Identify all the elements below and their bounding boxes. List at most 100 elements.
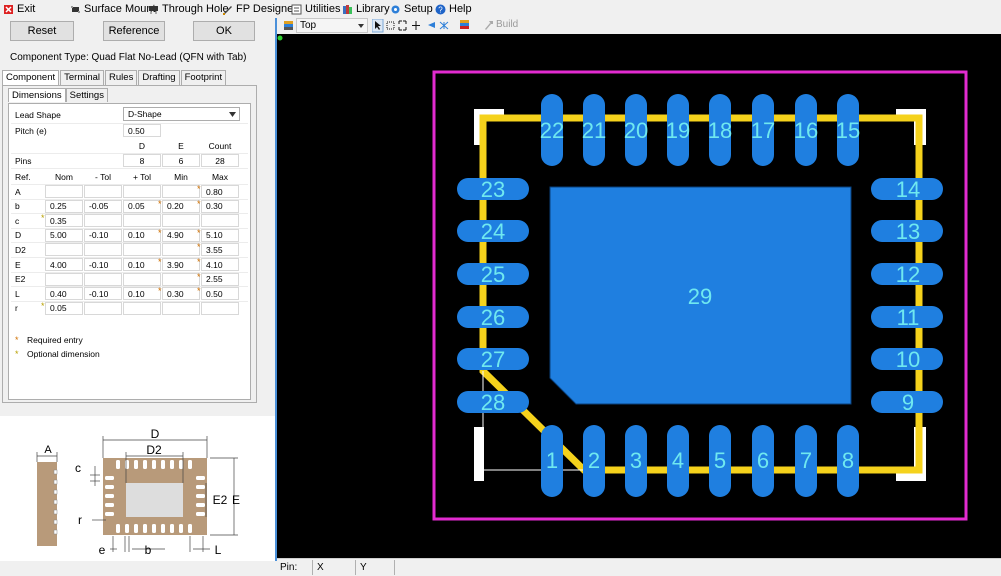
dim-r-mtol-input[interactable] [84,301,122,315]
dim-ref-E: E [15,259,21,270]
pad-13-label: 13 [896,219,920,244]
pins-label: Pins [15,155,32,166]
required-marker-icon: * [197,184,201,194]
dim-L-max-input[interactable]: 0.50 [201,287,239,301]
dim-D2-ptol-input[interactable] [123,243,161,257]
dim-E2-ptol-input[interactable] [123,272,161,286]
dim-L-min-input[interactable]: 0.30 [162,287,200,301]
view-toolbar: Top Build [277,18,1001,34]
tab-rules[interactable]: Rules [105,70,138,86]
layer-select[interactable]: Top [296,18,368,33]
dim-r-ptol-input[interactable] [123,301,161,315]
dim-D-min-input[interactable]: 4.90 [162,228,200,242]
menu-setup[interactable]: Setup [390,3,433,15]
dim-A-ptol-input[interactable] [123,185,161,198]
lead-shape-select[interactable]: D-Shape [123,107,240,121]
menu-fp-designer-label: FP Designer [236,3,297,15]
dim-D2-mtol-input[interactable] [84,243,122,257]
dim-D2-max-input[interactable]: 3.55 [201,243,239,257]
dim-D-max-input[interactable]: 5.10 [201,228,239,242]
status-x: X [317,562,324,573]
dim-ref-D: D [15,230,22,241]
required-marker-icon: * [197,271,201,282]
menu-fp-designer[interactable]: FP Designer [222,3,297,15]
menu-library[interactable]: Library [342,3,390,15]
dim-b-ptol-input[interactable]: 0.05 [123,199,161,213]
menu-through-hole[interactable]: Through Hole [148,3,229,15]
pad-7-label: 7 [800,448,812,473]
dim-D-nom-input[interactable]: 5.00 [45,228,83,242]
dim-c-ptol-input[interactable] [123,214,161,228]
dim-r-nom-input[interactable]: 0.05 [45,301,83,315]
dim-l-label: L [215,543,222,557]
dim-D2-nom-input[interactable] [45,243,83,257]
optional-marker-icon: * [41,213,45,224]
exit-icon [4,4,13,14]
dim-D2-min-input[interactable] [162,243,200,257]
menu-exit[interactable]: Exit [3,3,35,15]
tab-settings[interactable]: Settings [65,88,108,102]
dim-A-min-input[interactable] [162,185,200,198]
dim-L-ptol-input[interactable]: 0.10 [123,287,161,301]
dim-E-max-input[interactable]: 4.10 [201,258,239,271]
setup-icon [391,5,400,13]
dim-E2-min-input[interactable] [162,272,200,286]
dim-c-mtol-input[interactable] [84,214,122,228]
menu-exit-label: Exit [17,3,36,15]
hammer-icon [485,21,493,30]
dim-c-label: c [75,461,81,475]
pins-d-input[interactable]: 8 [123,154,161,167]
menu-help[interactable]: ? Help [435,3,472,15]
dim-E2-nom-input[interactable] [45,272,83,286]
pad-8-label: 8 [842,448,854,473]
dim-ref-D2: D2 [15,244,26,255]
dim-b-min-input[interactable]: 0.20 [162,199,200,213]
dim-b-max-input[interactable]: 0.30 [201,199,239,213]
dim-E2-max-input[interactable]: 2.55 [201,272,239,286]
menu-surface-mount[interactable]: Surface Mount [70,3,156,15]
dim-A-mtol-input[interactable] [84,185,122,198]
build-button[interactable]: Build [484,19,518,31]
dim-c-nom-input[interactable]: 0.35 [45,214,83,228]
pins-e-input[interactable]: 6 [162,154,200,167]
pad-26-label: 26 [481,305,505,330]
pad-11-label: 11 [897,305,920,330]
dim-b-nom-input[interactable]: 0.25 [45,199,83,213]
pitch-label: Pitch (e) [15,125,47,136]
dim-E-min-input[interactable]: 3.90 [162,258,200,271]
dim-D-ptol-input[interactable]: 0.10 [123,228,161,242]
dim-E-ptol-input[interactable]: 0.10 [123,258,161,271]
component-tab-panel: Dimensions Settings Lead Shape D-Shape P… [2,85,257,403]
tab-dimensions[interactable]: Dimensions [8,88,66,102]
pad-6-label: 6 [757,448,769,473]
menu-utilities[interactable]: Utilities [291,3,340,15]
dim-ref-A: A [15,186,21,197]
tab-footprint[interactable]: Footprint [180,70,227,86]
footprint-canvas[interactable]: 29 1 2 3 4 5 6 7 8 15 16 17 18 19 20 21 22 9 10 11 12 13 14 23… [277,34,1001,558]
pitch-input[interactable]: 0.50 [123,124,161,137]
dim-E-nom-input[interactable]: 4.00 [45,258,83,271]
optional-marker-icon: * [41,300,45,311]
dim-r-max-input[interactable] [201,301,239,315]
status-bar: Pin: X Y [277,558,1001,576]
dim-c-min-input[interactable] [162,214,200,228]
dim-E2-mtol-input[interactable] [84,272,122,286]
dim-A-nom-input[interactable] [45,185,83,198]
dim-b-mtol-input[interactable]: -0.05 [84,199,122,213]
dim-E-mtol-input[interactable]: -0.10 [84,258,122,271]
dim-c-max-input[interactable] [201,214,239,228]
pad-28-label: 28 [481,390,505,415]
dim-r-min-input[interactable] [162,301,200,315]
reference-button[interactable]: Reference [103,21,165,41]
status-separator [312,560,313,575]
dim-header-max: Max [211,171,229,182]
tab-terminal[interactable]: Terminal [60,70,105,86]
tab-drafting[interactable]: Drafting [138,70,180,86]
reset-button[interactable]: Reset [10,21,74,41]
dim-D-mtol-input[interactable]: -0.10 [84,228,122,242]
ok-button[interactable]: OK [193,21,255,41]
footprint-view[interactable]: 29 1 2 3 4 5 6 7 815161718192021229101112131423… [277,34,1001,558]
dim-L-mtol-input[interactable]: -0.10 [84,287,122,301]
dim-L-nom-input[interactable]: 0.40 [45,287,83,301]
dim-A-max-input[interactable]: 0.80 [201,185,239,198]
